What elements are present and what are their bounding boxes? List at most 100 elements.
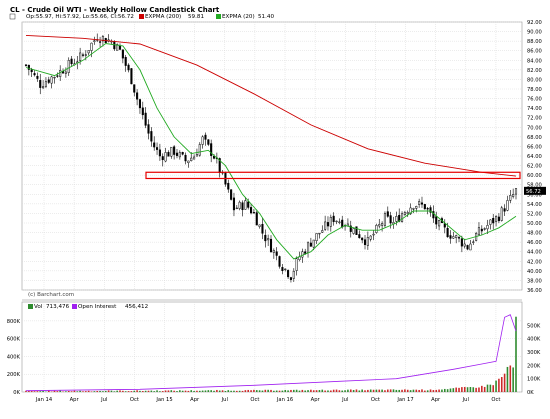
x-tick-label: Oct <box>491 397 500 403</box>
candle-body <box>185 155 187 161</box>
volume-bar <box>296 390 298 392</box>
volume-bar <box>245 390 247 392</box>
candle-body <box>333 216 335 222</box>
volume-bar <box>304 391 306 392</box>
volume-bar <box>467 387 469 392</box>
candle-body <box>407 212 409 213</box>
volume-bar <box>336 390 338 392</box>
candle-body <box>71 59 73 64</box>
candle-body <box>424 204 426 209</box>
volume-bar <box>139 391 141 392</box>
candle-body <box>196 154 198 156</box>
volume-bar <box>472 387 474 392</box>
volume-bar <box>276 391 278 392</box>
candle-body <box>384 213 386 225</box>
candle-body <box>472 242 474 243</box>
price-legend-swatch <box>10 14 15 19</box>
volume-bar <box>444 389 446 392</box>
volume-bar <box>208 390 210 392</box>
candle-body <box>190 158 192 161</box>
candle-body <box>250 207 252 213</box>
volume-bar <box>270 390 272 392</box>
volume-bar <box>76 391 78 392</box>
candle-body <box>88 50 90 53</box>
candle-body <box>37 76 39 78</box>
candle-body <box>230 190 232 200</box>
ema20-legend-swatch <box>216 14 221 19</box>
volume-bar <box>199 391 201 392</box>
volume-bar <box>481 386 483 392</box>
candle-body <box>307 243 309 253</box>
candle-body <box>378 224 380 226</box>
volume-bar <box>364 390 366 392</box>
candle-body <box>256 213 258 226</box>
volume-bar <box>284 390 286 392</box>
candle-body <box>65 72 67 74</box>
volume-bar <box>273 391 275 392</box>
volume-bar <box>236 391 238 392</box>
candle-body <box>173 147 175 155</box>
candle-body <box>353 229 355 234</box>
volume-bar <box>267 390 269 392</box>
volume-bar <box>321 390 323 392</box>
candle-body <box>128 65 130 70</box>
volume-bar <box>347 390 349 392</box>
volume-bar <box>122 391 124 392</box>
volume-bar <box>339 390 341 392</box>
candle-body <box>444 224 446 228</box>
candle-body <box>233 198 235 210</box>
volume-bar <box>455 388 457 392</box>
volume-bar <box>279 391 281 392</box>
volume-bar <box>427 390 429 392</box>
volume-bar <box>361 390 363 392</box>
candle-body <box>193 157 195 159</box>
candle-body <box>31 70 33 72</box>
volume-bar <box>435 390 437 392</box>
volume-bar <box>299 391 301 392</box>
price-tick-label: 60.00 <box>527 173 542 179</box>
volume-bar <box>42 391 44 392</box>
candle-body <box>370 236 372 239</box>
candle-body <box>299 257 301 260</box>
volume-bar <box>450 389 452 392</box>
volume-bar <box>162 391 164 392</box>
candle-body <box>304 252 306 254</box>
candle-body <box>418 201 420 204</box>
volume-bar <box>333 390 335 392</box>
candle-body <box>470 244 472 250</box>
volume-bar <box>410 390 412 392</box>
volume-right-tick: 200K <box>527 363 541 369</box>
last-price-label: 56.72 <box>526 189 541 195</box>
volume-left-tick: 400K <box>7 354 21 360</box>
ema200-legend-value: 59.81 <box>188 14 204 20</box>
candle-body <box>498 217 500 221</box>
candle-body <box>484 229 486 230</box>
price-tick-label: 70.00 <box>527 125 542 131</box>
volume-bar <box>131 391 133 392</box>
volume-bar <box>282 391 284 392</box>
candle-body <box>68 60 70 72</box>
volume-bar <box>384 390 386 392</box>
x-tick-label: Oct <box>371 397 380 403</box>
volume-bar <box>108 390 110 392</box>
candle-body <box>253 212 255 213</box>
open-interest-legend-swatch <box>72 304 77 309</box>
volume-bar <box>71 391 73 392</box>
volume-bar <box>356 389 358 392</box>
volume-bar <box>310 390 312 392</box>
candle-body <box>168 152 170 156</box>
volume-bar <box>393 389 395 392</box>
candle-body <box>265 235 267 241</box>
candle-body <box>273 250 275 252</box>
volume-bar <box>324 391 326 392</box>
plot-layer: 92.0090.0088.0086.0084.0082.0080.0078.00… <box>7 14 546 403</box>
volume-right-tick: 100K <box>527 377 541 383</box>
price-tick-label: 52.00 <box>527 211 542 217</box>
candle-body <box>415 206 417 208</box>
price-tick-label: 36.00 <box>527 288 542 294</box>
candle-body <box>373 234 375 235</box>
candle-body <box>267 238 269 239</box>
volume-bar <box>413 390 415 392</box>
candle-body <box>467 245 469 249</box>
volume-bar <box>478 387 480 392</box>
